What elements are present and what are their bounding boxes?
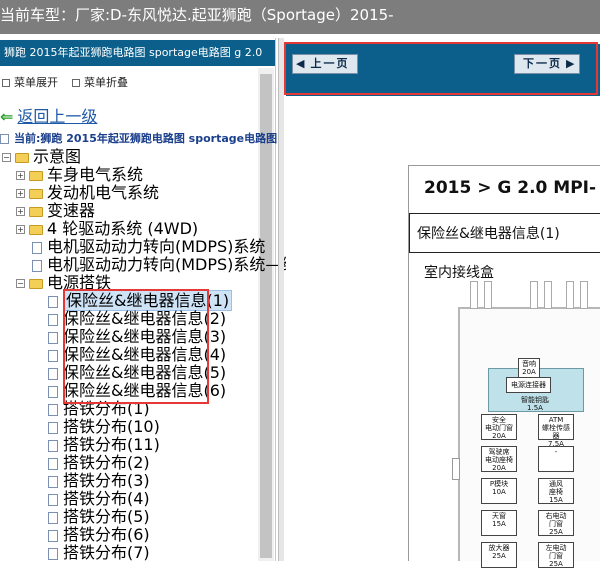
collapse-toggle-icon[interactable]: − [16,279,25,288]
tree-item-label: 搭铁分布(5) [63,507,150,526]
document-icon [48,493,58,506]
menu-expand-button[interactable]: 菜单展开 [2,74,58,90]
tree-item[interactable]: 搭铁分布(5) [48,508,150,526]
tree-item[interactable]: + 变速器 [16,202,95,220]
fuse-cell: P模块 10A [481,478,517,504]
tree-item[interactable]: 搭铁分布(4) [48,490,150,508]
document-icon [48,313,58,326]
tree-item-label: 发动机电气系统 [47,183,160,202]
tree-item-label: 示意图 [33,147,82,166]
document-subtitle: 保险丝&继电器信息(1) [417,226,560,242]
folder-icon [29,188,43,199]
document-icon [48,331,58,344]
document-icon [32,259,42,272]
tree-item-label: 4 轮驱动系统 (4WD) [47,219,199,238]
folder-icon [29,170,43,181]
document-icon [48,529,58,542]
highlight-box-tree [63,289,209,404]
document-icon [48,385,58,398]
document-icon [48,475,58,488]
current-path: 当前:狮跑 2015年起亚狮跑电路图 sportage电路图 [0,130,277,148]
left-panel-header: 狮跑 2015年起亚狮跑电路图 sportage电路图 g 2.0 [0,40,275,66]
tree-item[interactable]: 搭铁分布(3) [48,472,150,490]
tree-item[interactable]: 搭铁分布(2) [48,454,150,472]
tree-item[interactable]: 电机驱动动力转向(MDPS)系统 [32,238,265,256]
tree-item-label: 搭铁分布(10) [63,417,160,436]
tree-item-label: 搭铁分布(6) [63,525,150,544]
tree-item[interactable]: 搭铁分布(10) [48,418,160,436]
tree-item[interactable]: 搭铁分布(7) [48,544,150,562]
collapse-icon [72,79,80,87]
back-link[interactable]: ⇐ 返回上一级 [0,108,97,126]
side-tab [452,458,460,480]
document-icon [48,403,58,416]
section-title: 室内接线盒 [424,265,494,281]
document-icon [48,457,58,470]
collapse-toggle-icon[interactable]: − [2,153,11,162]
tree-item[interactable]: +4 轮驱动系统 (4WD) [16,220,198,238]
tree-item[interactable]: 搭铁分布(11) [48,436,160,454]
document-icon [48,547,58,560]
tree-item-label: 搭铁分布(3) [63,471,150,490]
tree-item-label: 搭铁分布(7) [63,543,150,562]
folder-icon [29,278,43,289]
relay-power-connector: 电源连接器 [506,377,551,393]
relay-smart-key-fuse: 智能钥匙 1.5A [521,396,549,412]
folder-icon [15,152,29,163]
fuse-box-diagram [458,307,600,561]
fuse-cell: - [538,446,574,472]
document-icon [48,349,58,362]
tree-item[interactable]: 搭铁分布(6) [48,526,150,544]
tree-item-label: 变速器 [47,201,96,220]
document-icon [48,367,58,380]
tree-item-label: 搭铁分布(2) [63,453,150,472]
document-icon [48,421,58,434]
relay-audio-fuse: 音响 20A [518,358,540,378]
expand-toggle-icon[interactable]: + [16,171,25,180]
document-icon [48,295,58,308]
window-title-bar: 当前车型：厂家:D-东风悦达.起亚狮跑（Sportage）2015- [0,0,600,34]
tree-item-label: 电机驱动动力转向(MDPS)系统 [47,237,266,256]
tree-item-label: 搭铁分布(4) [63,489,150,508]
tree-item[interactable]: + 发动机电气系统 [16,184,159,202]
highlight-box-nav [284,42,598,95]
document-title: 2015 > G 2.0 MPI- [424,178,597,198]
document-icon [48,511,58,524]
document-icon [48,439,58,452]
fuse-cell: 放大器 25A [481,542,517,568]
expand-icon [2,79,10,87]
fuse-cell: ATM 螺栓传感器 7.5A [538,414,574,448]
fuse-cell: 右电动 门窗 25A [538,510,574,536]
tree-item[interactable]: + 车身电气系统 [16,166,143,184]
document-icon [32,241,42,254]
folder-icon [29,206,43,217]
fuse-cell: 通风 座椅 15A [538,478,574,504]
folder-icon [29,224,43,235]
fuse-cell: 安全 电动门窗 20A [481,414,517,440]
connector-pins [470,281,600,311]
fuse-cell: 天窗 15A [481,510,517,536]
current-vehicle-label: 当前车型：厂家:D-东风悦达.起亚狮跑（Sportage）2015- [0,6,394,24]
panel-splitter[interactable] [278,38,284,561]
expand-toggle-icon[interactable]: + [16,189,25,198]
tree-item-label: 车身电气系统 [47,165,144,184]
menu-collapse-button[interactable]: 菜单折叠 [72,74,128,90]
fuse-cell: 驾驶席 电动座椅 20A [481,446,517,472]
tree-item-label: 搭铁分布(11) [63,435,160,454]
back-arrow-icon: ⇐ [0,107,14,126]
tree-item[interactable]: − 示意图 [2,148,81,166]
expand-toggle-icon[interactable]: + [16,207,25,216]
computer-icon [0,134,9,144]
fuse-cell: 左电动 门窗 25A [538,542,574,568]
expand-toggle-icon[interactable]: + [16,225,25,234]
